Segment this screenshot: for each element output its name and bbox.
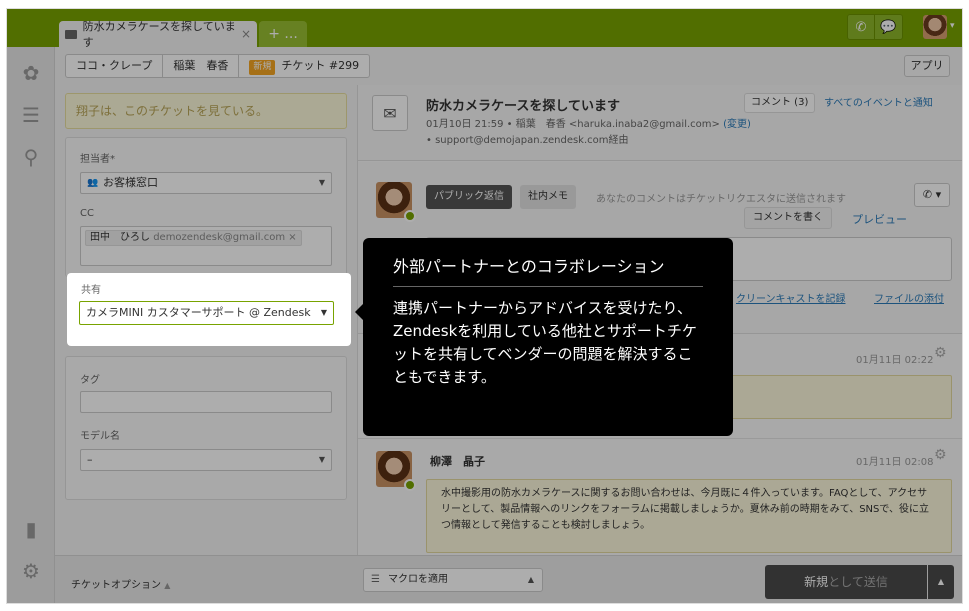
tooltip-title: 外部パートナーとのコラボレーション xyxy=(393,256,703,287)
app-window: 防水カメラケースを探しています × + ... ✆ 💬 ✿ ☰ ⚲ ▮ ⚙ ココ… xyxy=(6,8,963,604)
share-value: カメラMINI カスタマーサポート @ Zendesk xyxy=(86,306,311,319)
share-highlight: 共有 カメラMINI カスタマーサポート @ Zendesk ▼ xyxy=(67,273,351,346)
share-label: 共有 xyxy=(81,285,101,296)
chevron-down-icon: ▼ xyxy=(320,308,327,317)
tooltip-body: 連携パートナーからアドバイスを受けたり、Zendeskを利用している他社とサポー… xyxy=(393,299,697,386)
share-select[interactable]: カメラMINI カスタマーサポート @ Zendesk ▼ xyxy=(79,301,334,325)
tour-tooltip: 外部パートナーとのコラボレーション 連携パートナーからアドバイスを受けたり、Ze… xyxy=(355,238,733,436)
